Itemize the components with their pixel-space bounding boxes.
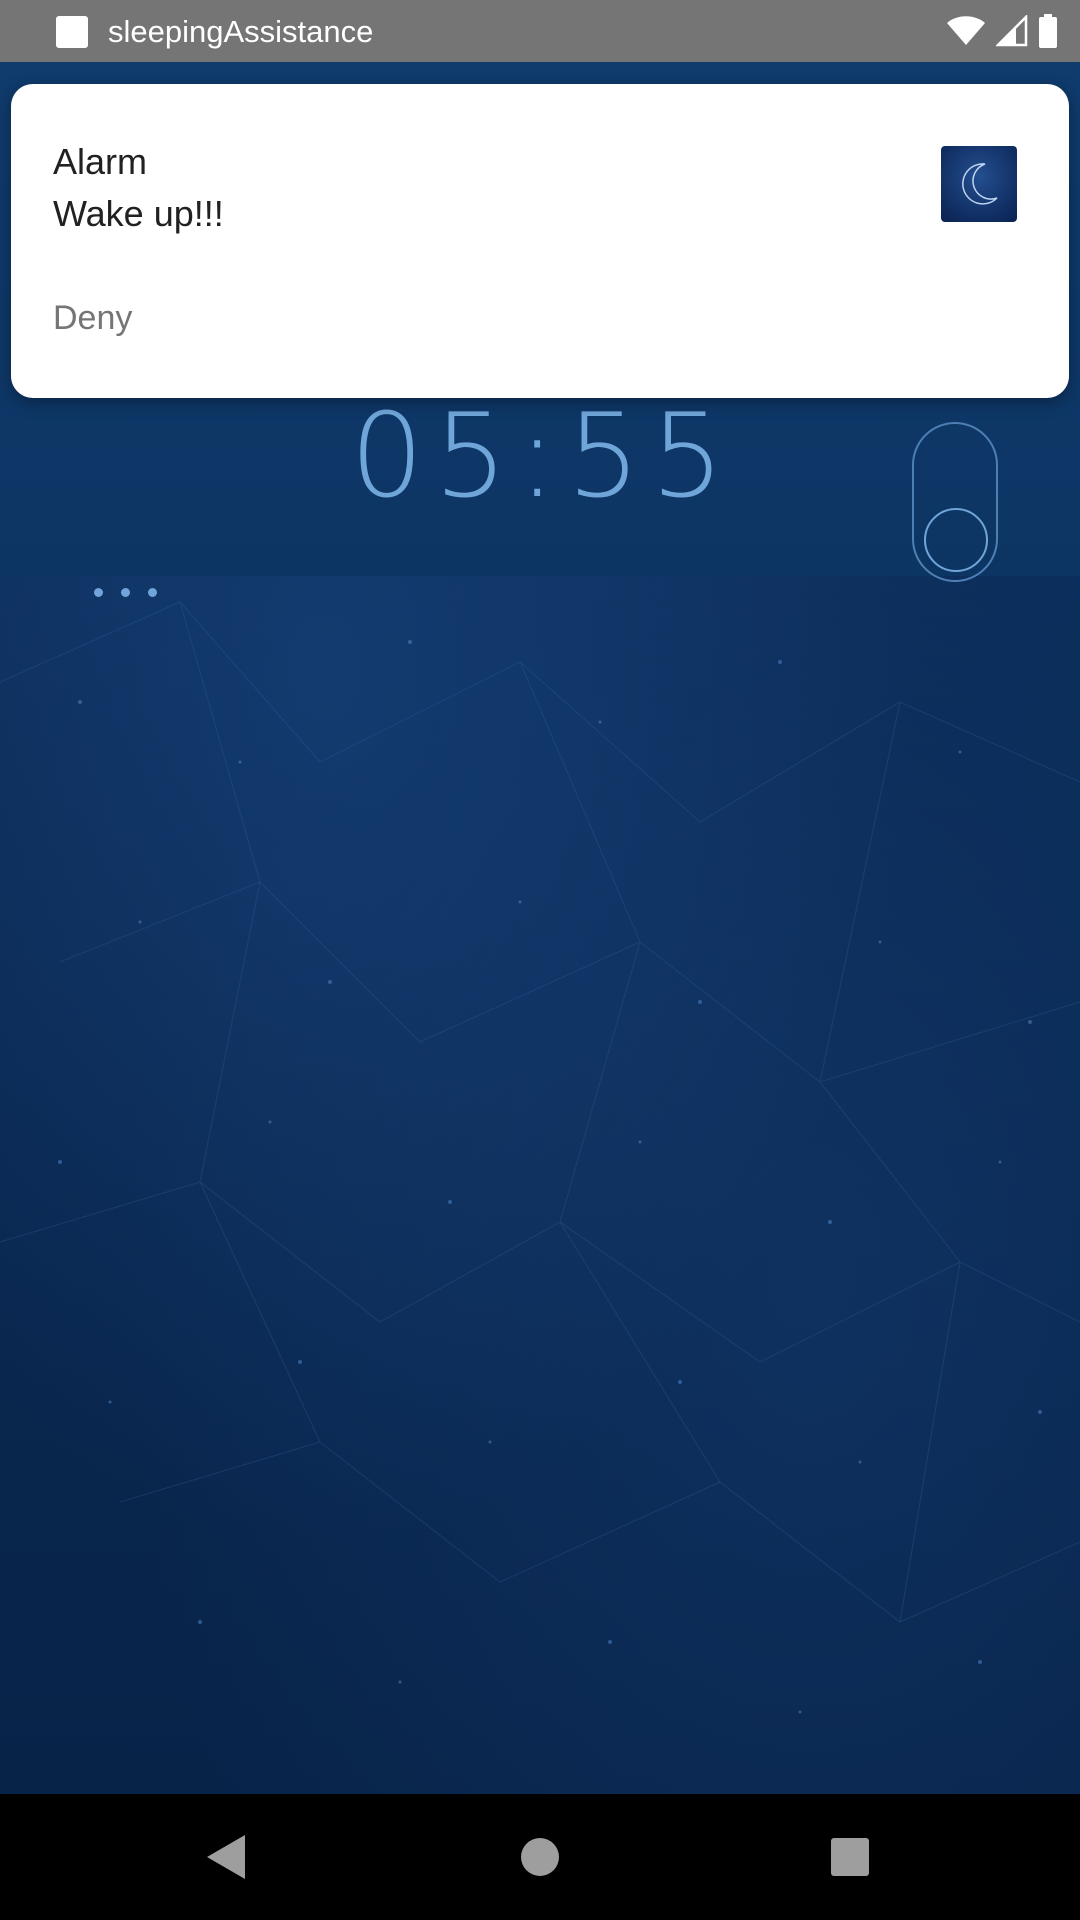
sleep-toggle-knob[interactable] (924, 508, 988, 572)
alarm-notification[interactable]: Alarm Wake up!!! Deny (11, 84, 1069, 398)
battery-icon (1039, 14, 1057, 48)
status-bar: sleepingAssistance (0, 0, 1080, 62)
status-app-title: sleepingAssistance (108, 14, 374, 49)
dot (94, 587, 103, 597)
cell-signal-icon (996, 15, 1028, 47)
wifi-icon (947, 16, 985, 45)
sleep-toggle[interactable] (912, 422, 998, 582)
back-icon[interactable] (194, 1824, 260, 1890)
more-dots-icon[interactable] (94, 572, 174, 612)
navigation-bar (0, 1794, 1080, 1920)
deny-button[interactable]: Deny (53, 296, 132, 340)
alarm-time[interactable]: 05:55 (350, 387, 730, 527)
moon-icon (941, 146, 1017, 222)
status-icons (946, 12, 1058, 50)
notification-text: Wake up!!! (53, 193, 224, 234)
dot (148, 587, 157, 597)
notification-title: Alarm (53, 141, 148, 182)
dot (121, 587, 130, 597)
home-icon[interactable] (507, 1824, 573, 1890)
app-notification-icon (56, 16, 88, 48)
recents-icon[interactable] (817, 1824, 883, 1890)
